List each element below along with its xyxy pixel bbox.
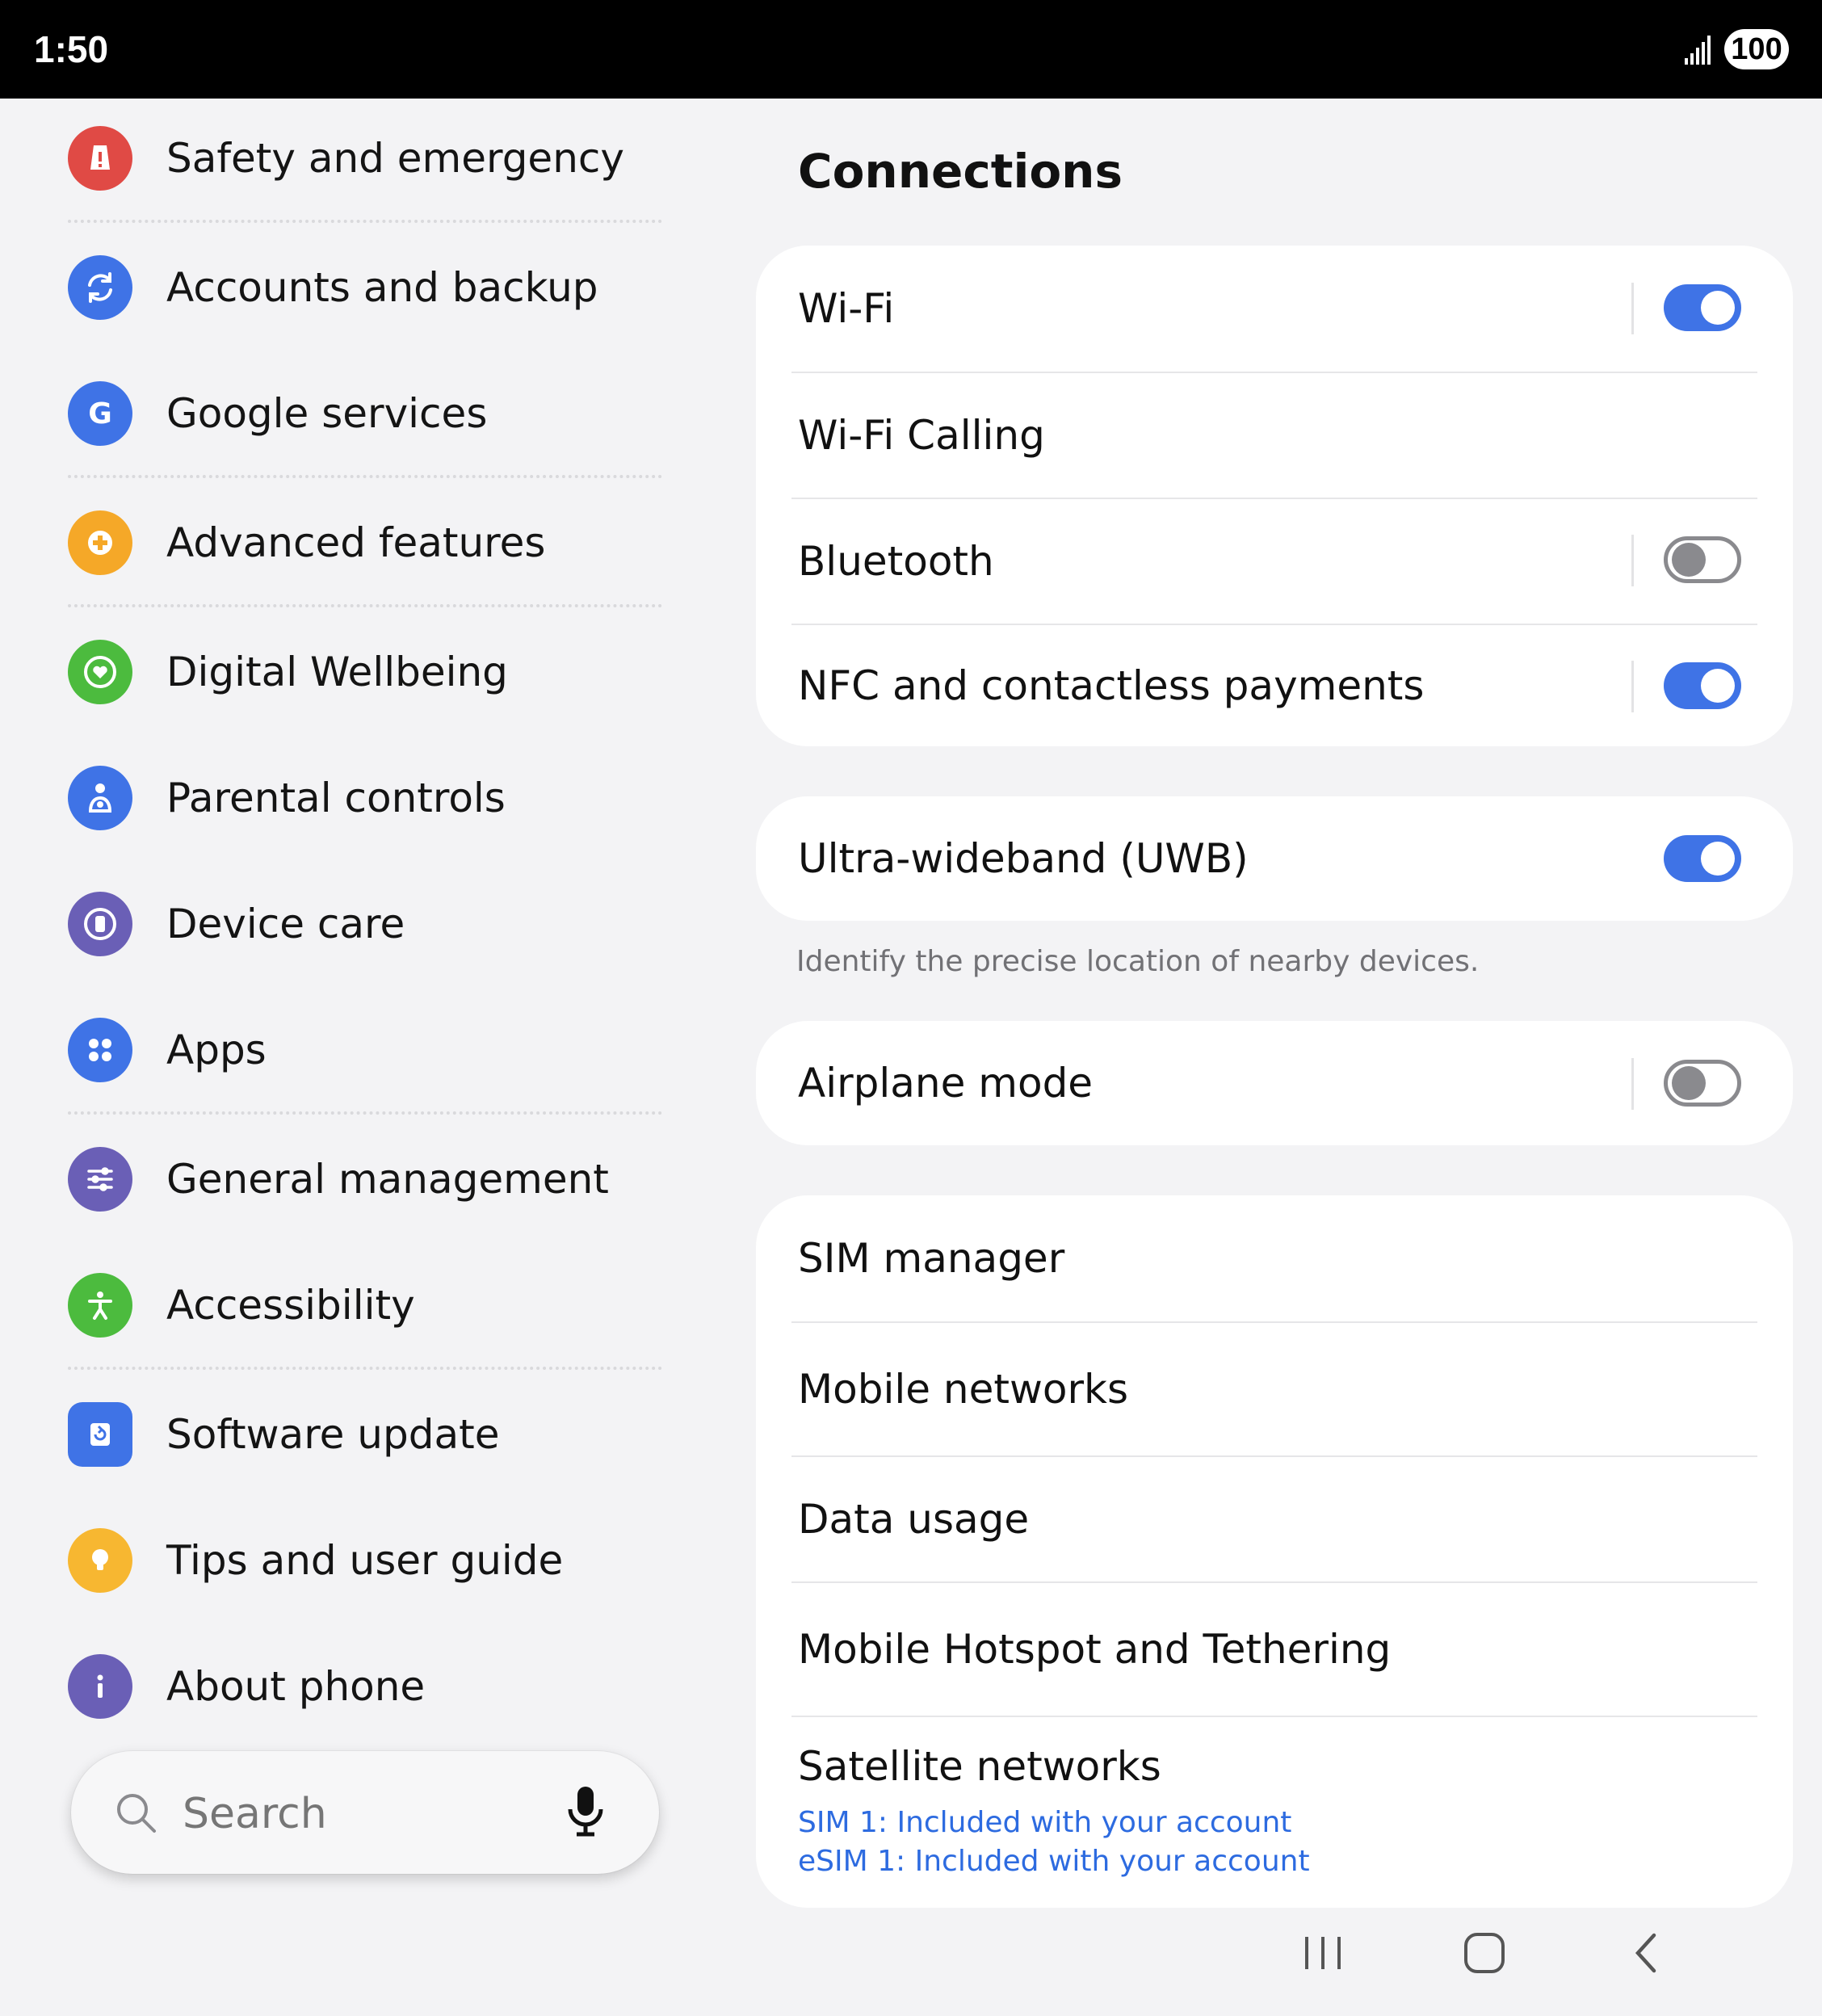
menu-item-label: Parental controls <box>166 775 506 821</box>
satellite-sim1-status: SIM 1: Included with your account <box>798 1806 1292 1839</box>
sliders-icon <box>68 1147 132 1212</box>
search-bar[interactable]: Search <box>71 1751 659 1874</box>
menu-item-label: Device care <box>166 901 405 947</box>
menu-item-accounts[interactable]: Accounts and backup <box>68 247 665 328</box>
satellite-label: Satellite networks <box>798 1743 1161 1790</box>
data-usage-label: Data usage <box>798 1496 1030 1543</box>
divider <box>68 220 662 223</box>
divider <box>1631 535 1634 586</box>
airplane-card: Airplane mode <box>756 1021 1793 1145</box>
update-icon <box>68 1402 132 1467</box>
airplane-row[interactable]: Airplane mode <box>756 1021 1793 1145</box>
satellite-esim1-status: eSIM 1: Included with your account <box>798 1845 1310 1878</box>
recents-button[interactable] <box>1302 1930 1344 1979</box>
divider <box>1631 1058 1634 1110</box>
wifi-calling-row[interactable]: Wi-Fi Calling <box>756 373 1793 498</box>
alert-icon <box>68 126 132 191</box>
search-placeholder: Search <box>183 1790 327 1838</box>
signal-icon <box>1685 36 1712 68</box>
connections-card: Wi-Fi Wi-Fi Calling Bluetooth NFC and co… <box>756 246 1793 746</box>
home-button[interactable] <box>1462 1930 1507 1979</box>
wifi-label: Wi-Fi <box>798 285 895 332</box>
nfc-toggle[interactable] <box>1664 662 1741 709</box>
menu-item-label: Digital Wellbeing <box>166 649 508 695</box>
menu-item-accessibility[interactable]: Accessibility <box>68 1265 665 1346</box>
uwb-toggle[interactable] <box>1664 835 1741 882</box>
uwb-description: Identify the precise location of nearby … <box>796 945 1480 978</box>
wifi-row[interactable]: Wi-Fi <box>756 246 1793 372</box>
menu-item-label: General management <box>166 1156 609 1203</box>
microphone-icon[interactable] <box>564 1783 607 1842</box>
battery-indicator: 100 <box>1724 29 1789 69</box>
menu-item-software-update[interactable]: Software update <box>68 1394 665 1475</box>
uwb-row[interactable]: Ultra-wideband (UWB) <box>756 796 1793 921</box>
clock: 1:50 <box>34 28 109 70</box>
divider <box>1631 283 1634 334</box>
menu-item-label: Accessibility <box>166 1282 415 1329</box>
bulb-icon <box>68 1528 132 1593</box>
satellite-row[interactable]: Satellite networks SIM 1: Included with … <box>756 1717 1793 1908</box>
mobile-networks-label: Mobile networks <box>798 1366 1129 1413</box>
divider <box>68 475 662 478</box>
wifi-calling-label: Wi-Fi Calling <box>798 412 1045 459</box>
menu-item-label: Tips and user guide <box>166 1537 564 1584</box>
menu-item-general-management[interactable]: General management <box>68 1139 665 1220</box>
divider <box>1631 661 1634 712</box>
bluetooth-row[interactable]: Bluetooth <box>756 499 1793 624</box>
mobile-networks-row[interactable]: Mobile networks <box>756 1323 1793 1455</box>
sim-manager-row[interactable]: SIM manager <box>756 1195 1793 1321</box>
sim-manager-label: SIM manager <box>798 1235 1065 1282</box>
data-usage-row[interactable]: Data usage <box>756 1457 1793 1581</box>
menu-item-google[interactable]: G Google services <box>68 373 665 454</box>
hotspot-label: Mobile Hotspot and Tethering <box>798 1626 1392 1673</box>
menu-item-label: Accounts and backup <box>166 264 598 311</box>
nfc-row[interactable]: NFC and contactless payments <box>756 625 1793 746</box>
airplane-label: Airplane mode <box>798 1060 1094 1107</box>
menu-item-label: Google services <box>166 390 488 437</box>
device-care-icon <box>68 892 132 956</box>
uwb-label: Ultra-wideband (UWB) <box>798 835 1249 882</box>
menu-item-device-care[interactable]: Device care <box>68 884 665 964</box>
network-card: SIM manager Mobile networks Data usage M… <box>756 1195 1793 1908</box>
bluetooth-toggle[interactable] <box>1664 536 1741 583</box>
divider <box>68 1367 662 1370</box>
divider <box>68 604 662 607</box>
back-button[interactable] <box>1630 1930 1662 1979</box>
airplane-toggle[interactable] <box>1664 1060 1741 1107</box>
status-bar: 1:50 100 <box>0 0 1822 99</box>
info-icon <box>68 1654 132 1719</box>
menu-item-about-phone[interactable]: About phone <box>68 1646 665 1727</box>
search-icon <box>113 1790 158 1838</box>
sync-icon <box>68 255 132 320</box>
menu-item-safety[interactable]: Safety and emergency <box>68 118 665 199</box>
accessibility-icon <box>68 1273 132 1338</box>
apps-icon <box>68 1018 132 1082</box>
page-title: Connections <box>798 144 1123 199</box>
bluetooth-label: Bluetooth <box>798 538 994 585</box>
menu-item-parental-controls[interactable]: Parental controls <box>68 758 665 838</box>
divider <box>68 1111 662 1115</box>
hotspot-row[interactable]: Mobile Hotspot and Tethering <box>756 1583 1793 1716</box>
menu-item-advanced-features[interactable]: Advanced features <box>68 502 665 583</box>
menu-item-label: About phone <box>166 1663 426 1710</box>
menu-item-label: Apps <box>166 1027 267 1073</box>
heart-icon <box>68 640 132 704</box>
menu-item-digital-wellbeing[interactable]: Digital Wellbeing <box>68 632 665 712</box>
menu-item-tips[interactable]: Tips and user guide <box>68 1520 665 1601</box>
plus-gear-icon <box>68 510 132 575</box>
menu-item-label: Advanced features <box>166 519 546 566</box>
google-icon: G <box>68 381 132 446</box>
svg-text:G: G <box>88 397 112 430</box>
menu-item-label: Software update <box>166 1411 500 1458</box>
uwb-card: Ultra-wideband (UWB) <box>756 796 1793 921</box>
nfc-label: NFC and contactless payments <box>798 662 1425 709</box>
menu-item-label: Safety and emergency <box>166 135 624 182</box>
menu-item-apps[interactable]: Apps <box>68 1010 665 1090</box>
family-icon <box>68 766 132 830</box>
wifi-toggle[interactable] <box>1664 284 1741 331</box>
